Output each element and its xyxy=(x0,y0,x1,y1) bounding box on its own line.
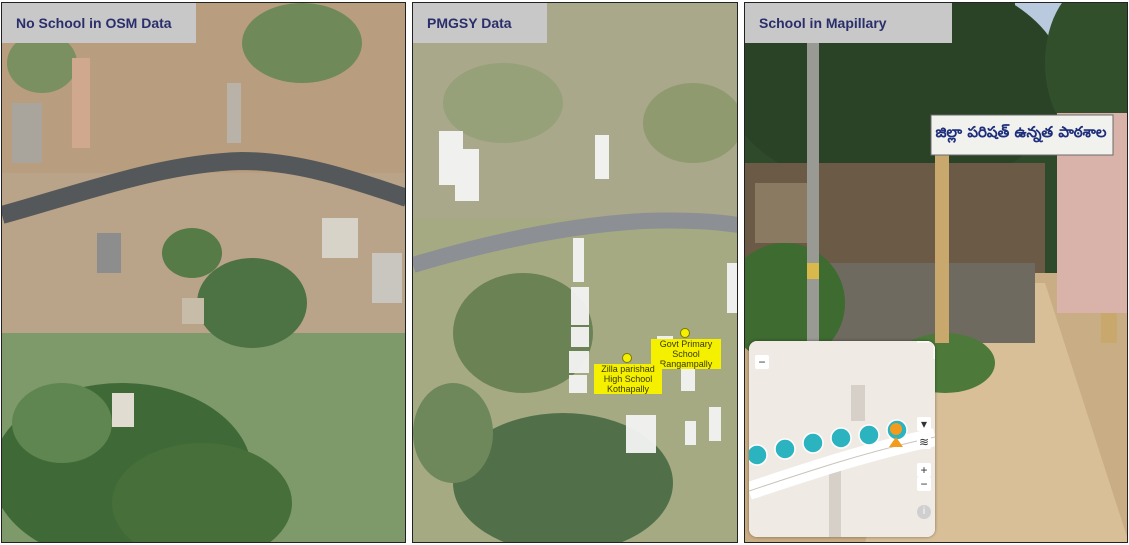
osm-panel: No School in OSM Data xyxy=(1,2,406,543)
panel-title: School in Mapillary xyxy=(745,3,952,43)
school-sign-text: జిల్లా పరిషత్ ఉన్నత పాఠశాల xyxy=(935,123,1107,141)
layers-icon[interactable]: ≋ xyxy=(917,435,931,449)
panel-title: No School in OSM Data xyxy=(2,3,196,43)
mapillary-panel: School in Mapillary జిల్లా పరిషత్ ఉన్నత … xyxy=(744,2,1128,543)
mapillary-minimap[interactable]: − ▾ ≋ + − i xyxy=(749,341,935,537)
school-poi-marker[interactable] xyxy=(680,328,690,338)
zoom-out-button[interactable]: − xyxy=(917,477,931,491)
zoom-in-button[interactable]: + xyxy=(917,463,931,477)
compass-icon[interactable]: ▾ xyxy=(917,417,931,431)
school-poi-label[interactable]: Zilla parishad High School Kothapally xyxy=(594,364,662,394)
satellite-map-osm[interactable] xyxy=(2,3,406,543)
minimap-canvas[interactable] xyxy=(749,341,935,537)
satellite-map-pmgsy[interactable] xyxy=(413,3,738,543)
info-button[interactable]: i xyxy=(917,505,931,519)
school-poi-marker[interactable] xyxy=(622,353,632,363)
pmgsy-panel: PMGSY Data Govt Primary School Rangampal… xyxy=(412,2,738,543)
panel-title: PMGSY Data xyxy=(413,3,547,43)
zoom-out-button[interactable]: − xyxy=(755,355,769,369)
